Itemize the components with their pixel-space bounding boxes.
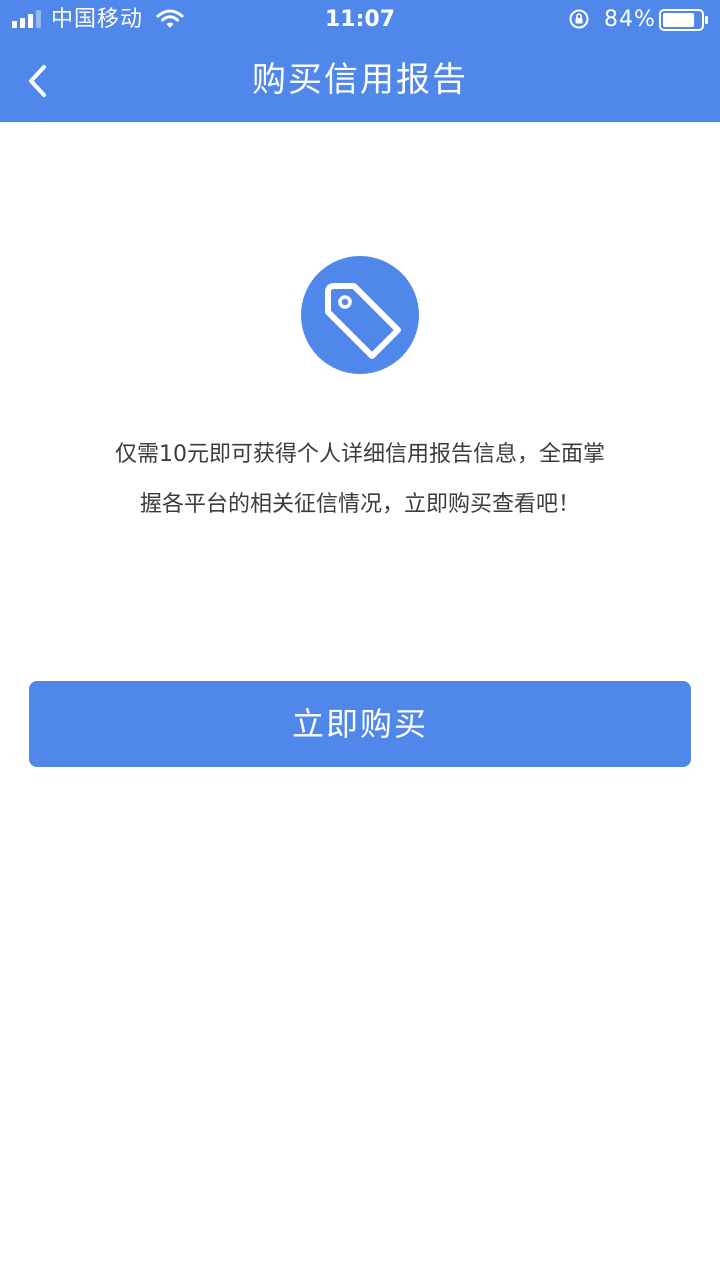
description-line-1: 仅需10元即可获得个人详细信用报告信息，全面掌 bbox=[115, 442, 605, 467]
rotation-lock-icon bbox=[569, 9, 589, 29]
price-tag-badge bbox=[301, 256, 419, 374]
status-bar: 中国移动 11:07 84% bbox=[0, 0, 720, 40]
buy-now-button[interactable]: 立即购买 bbox=[29, 681, 691, 767]
nav-bar: 购买信用报告 bbox=[0, 40, 720, 122]
header: 中国移动 11:07 84% 购买信用报告 bbox=[0, 0, 720, 122]
price-tag-icon bbox=[325, 283, 401, 359]
battery-percent: 84% bbox=[604, 7, 656, 32]
battery-icon bbox=[659, 9, 708, 31]
page-title: 购买信用报告 bbox=[252, 60, 468, 100]
purchase-description: 仅需10元即可获得个人详细信用报告信息，全面掌 握各平台的相关征信情况，立即购买… bbox=[80, 430, 640, 530]
description-line-2: 握各平台的相关征信情况，立即购买查看吧！ bbox=[139, 492, 580, 517]
